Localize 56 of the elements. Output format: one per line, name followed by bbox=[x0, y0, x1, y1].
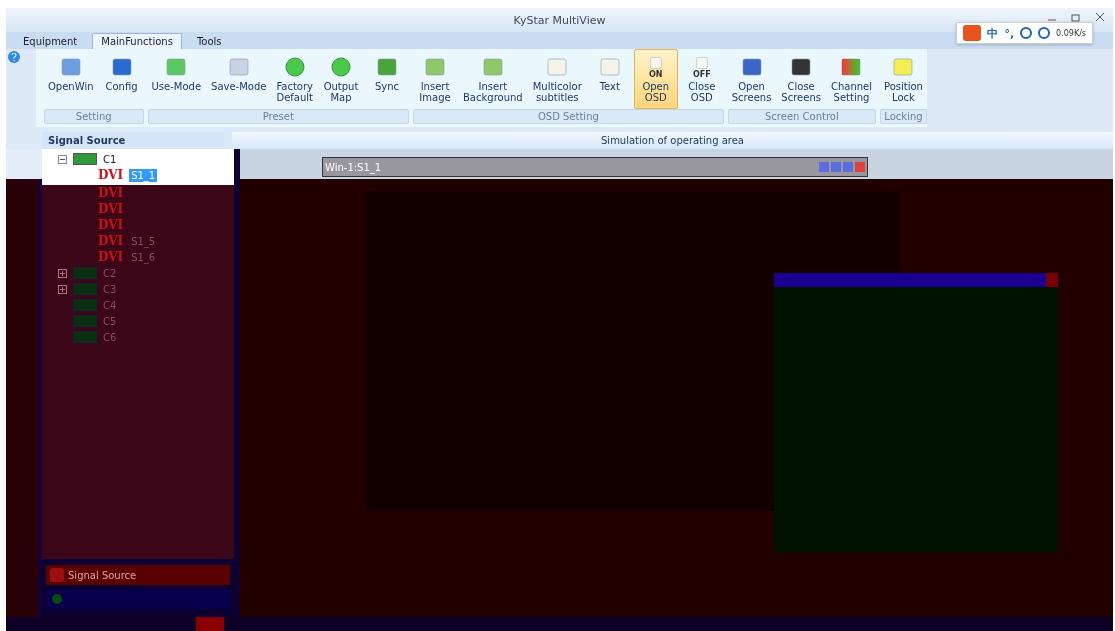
window-title: KyStar MultiView bbox=[513, 13, 606, 27]
ribbon-button[interactable]: ON Open OSD bbox=[633, 49, 678, 109]
group-label: Preset bbox=[147, 109, 409, 124]
ribbon-button[interactable]: Save-Mode bbox=[207, 49, 271, 109]
dvi-label: DVI bbox=[98, 168, 124, 182]
switch-label: OFF bbox=[692, 69, 711, 79]
network-speed: 0.09K/s bbox=[1056, 28, 1086, 38]
collapse-icon[interactable] bbox=[58, 154, 67, 164]
ribbon-button[interactable]: Factory Default bbox=[272, 49, 317, 109]
close-icon[interactable] bbox=[1095, 12, 1105, 22]
ribbon-button[interactable]: Position Lock bbox=[880, 49, 927, 109]
ribbon-button[interactable]: Close Screens bbox=[777, 49, 825, 109]
ime-punctuation[interactable]: °, bbox=[1004, 26, 1015, 40]
tab[interactable]: Equipment bbox=[14, 33, 87, 49]
ribbon-button[interactable]: Sync bbox=[365, 49, 409, 109]
card-icon bbox=[73, 331, 97, 343]
restore-icon[interactable] bbox=[1071, 12, 1081, 22]
card-icon bbox=[73, 299, 97, 311]
ime-mode[interactable]: 中 bbox=[987, 25, 999, 41]
ime-toolbar[interactable]: 中 °, 0.09K/s bbox=[956, 22, 1093, 44]
dvi-label: DVI bbox=[98, 218, 124, 232]
card-icon bbox=[73, 153, 97, 165]
group-label: OSD Setting bbox=[413, 109, 724, 124]
panel-tab[interactable]: Signal Source bbox=[46, 565, 230, 585]
dvi-label: DVI bbox=[98, 234, 124, 248]
card-icon bbox=[73, 315, 97, 327]
ribbon-button[interactable]: OFF Close OSD bbox=[679, 49, 724, 109]
card-icon bbox=[73, 283, 97, 295]
ribbon-button[interactable]: OpenWin bbox=[44, 49, 98, 109]
gradient-icon bbox=[841, 57, 862, 77]
ribbon-button[interactable]: Output Map bbox=[319, 49, 363, 109]
dvi-label: DVI bbox=[98, 186, 124, 200]
help-icon[interactable] bbox=[8, 51, 20, 63]
expand-icon[interactable] bbox=[58, 268, 67, 278]
ribbon-button[interactable]: Multicolor subtitles bbox=[528, 49, 586, 109]
card-icon bbox=[73, 267, 97, 279]
ribbon-button[interactable]: Text bbox=[587, 49, 632, 109]
tree-item[interactable]: C1 bbox=[103, 153, 117, 165]
ribbon-button[interactable]: Use-Mode bbox=[147, 49, 206, 109]
ribbon-button[interactable]: Config bbox=[99, 49, 144, 109]
ribbon-button[interactable]: Insert Image bbox=[413, 49, 457, 109]
group-label: Locking bbox=[880, 109, 927, 124]
panel-header: Signal Source bbox=[42, 132, 224, 149]
dvi-label: DVI bbox=[98, 250, 124, 264]
ribbon-button[interactable]: Open Screens bbox=[727, 49, 776, 109]
group-label: Screen Control bbox=[727, 109, 876, 124]
ribbon-button[interactable]: Insert Background bbox=[459, 49, 527, 109]
tab[interactable]: MainFunctions bbox=[92, 33, 182, 49]
panel-tab-label: Signal Source bbox=[68, 569, 137, 581]
tab[interactable]: Tools bbox=[187, 33, 231, 49]
expand-icon[interactable] bbox=[58, 284, 67, 294]
ribbon-button[interactable]: Channel Setting bbox=[826, 49, 876, 109]
dvi-label: DVI bbox=[98, 202, 124, 216]
group-label: Setting bbox=[44, 109, 144, 124]
switch-label: ON bbox=[649, 69, 663, 79]
panel-header: Simulation of operating area bbox=[232, 132, 1113, 149]
